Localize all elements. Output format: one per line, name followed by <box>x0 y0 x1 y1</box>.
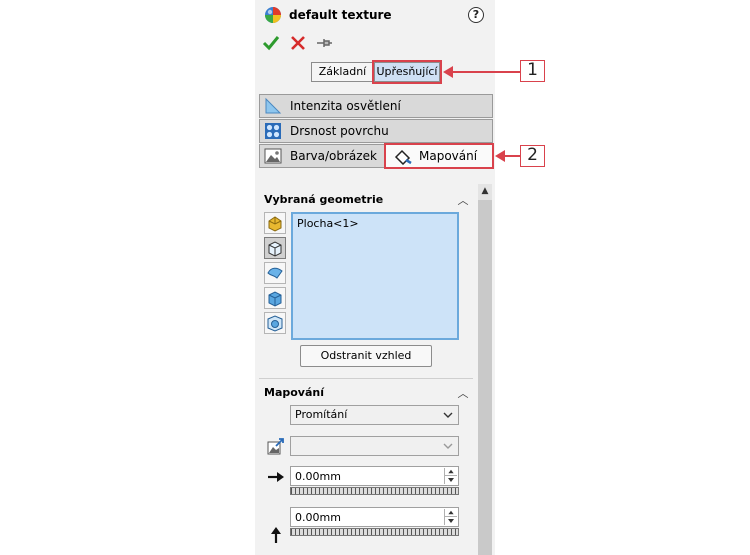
filter-feature-icon[interactable] <box>264 312 286 334</box>
section-divider <box>259 378 473 379</box>
highlight-mapping-tab <box>384 143 494 169</box>
section-title-mapping: Mapování <box>264 386 324 399</box>
arrow-right-icon <box>268 472 284 482</box>
remove-appearance-button[interactable]: Odstranit vzhled <box>300 345 432 367</box>
filter-surface-icon[interactable] <box>264 262 286 284</box>
collapse-chevron-icon[interactable]: ︿ <box>457 192 469 207</box>
selection-item[interactable]: Plocha<1> <box>297 217 359 230</box>
property-manager: default texture ? Základní Upřesňující I… <box>255 0 495 555</box>
panel-title: default texture <box>289 8 392 22</box>
property-label: Intenzita osvětlení <box>290 99 401 113</box>
help-icon[interactable]: ? <box>468 7 484 23</box>
arrow-up-icon <box>271 527 281 543</box>
spin-up-icon[interactable] <box>445 509 457 517</box>
filter-face-icon[interactable] <box>264 237 286 259</box>
spin-up-icon[interactable] <box>445 468 457 476</box>
section-title-selected-geometry: Vybraná geometrie <box>264 193 384 206</box>
lighting-icon <box>265 97 282 114</box>
filter-part-icon[interactable] <box>264 212 286 234</box>
scroll-up-icon[interactable]: ▲ <box>478 186 492 198</box>
spinner[interactable] <box>444 509 457 525</box>
image-icon <box>264 148 282 164</box>
highlight-advanced-tab <box>372 60 442 84</box>
property-color-image[interactable]: Barva/obrázek <box>259 144 385 168</box>
property-lighting[interactable]: Intenzita osvětlení <box>259 94 493 118</box>
chevron-down-icon <box>443 412 453 418</box>
direction-image-icon <box>267 438 284 455</box>
projection-value: Promítání <box>295 408 348 421</box>
horizontal-offset-slider[interactable] <box>290 487 459 495</box>
collapse-chevron-icon[interactable]: ︿ <box>457 385 469 400</box>
cancel-x-icon[interactable] <box>289 34 307 52</box>
title-bar: default texture ? <box>255 0 495 32</box>
property-label: Drsnost povrchu <box>290 124 389 138</box>
selection-list[interactable]: Plocha<1> <box>291 212 459 340</box>
pushpin-icon[interactable] <box>315 34 333 52</box>
spinner[interactable] <box>444 468 457 484</box>
spin-down-icon[interactable] <box>445 476 457 484</box>
horizontal-offset-value: 0.00mm <box>295 470 341 483</box>
callout-number-1: 1 <box>520 60 545 82</box>
scrollbar-thumb[interactable] <box>478 200 492 555</box>
tab-basic[interactable]: Základní <box>311 62 374 82</box>
property-roughness[interactable]: Drsnost povrchu <box>259 119 493 143</box>
projection-select[interactable]: Promítání <box>290 405 459 425</box>
callout-arrow-1 <box>452 71 520 73</box>
spin-down-icon[interactable] <box>445 517 457 525</box>
ok-check-icon[interactable] <box>262 34 280 52</box>
property-label: Barva/obrázek <box>290 149 377 163</box>
roughness-icon <box>265 123 281 139</box>
filter-body-icon[interactable] <box>264 287 286 309</box>
chevron-down-icon <box>443 443 453 449</box>
callout-number-2: 2 <box>520 145 545 167</box>
vertical-offset-value: 0.00mm <box>295 511 341 524</box>
vertical-offset-slider[interactable] <box>290 528 459 536</box>
callout-arrow-2 <box>504 155 520 157</box>
appearance-ball-icon <box>265 7 281 23</box>
callout-arrowhead-1 <box>443 66 453 78</box>
callout-arrowhead-2 <box>495 150 505 162</box>
direction-select[interactable] <box>290 436 459 456</box>
vertical-offset-input[interactable]: 0.00mm <box>290 507 459 527</box>
horizontal-offset-input[interactable]: 0.00mm <box>290 466 459 486</box>
